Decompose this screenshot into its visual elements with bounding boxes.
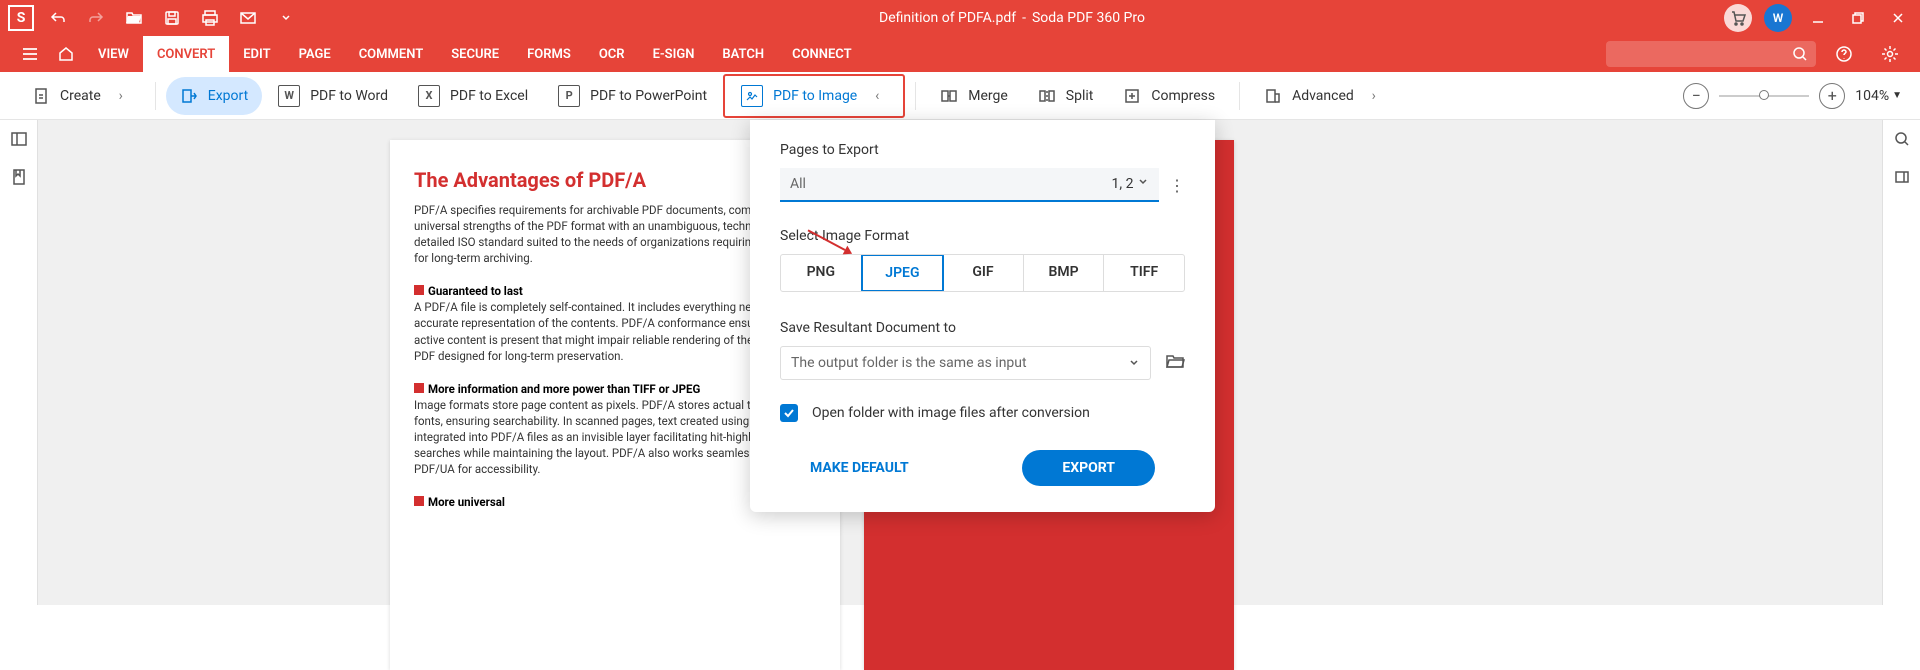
menu-tab-forms[interactable]: FORMS — [513, 36, 585, 72]
home-icon[interactable] — [48, 36, 84, 72]
zoom-value[interactable]: 104% ▼ — [1855, 88, 1902, 104]
pages-dropdown[interactable]: All 1, 2 — [780, 168, 1159, 202]
pdf-to-excel-button[interactable]: X PDF to Excel — [404, 77, 542, 115]
menu-tab-e-sign[interactable]: E-SIGN — [639, 36, 709, 72]
thumbs-panel-icon[interactable] — [1883, 158, 1920, 196]
menu-tab-page[interactable]: PAGE — [285, 36, 345, 72]
cart-icon[interactable] — [1724, 4, 1752, 32]
undo-icon[interactable] — [44, 4, 72, 32]
search-input[interactable] — [1606, 41, 1816, 67]
redo-icon[interactable] — [82, 4, 110, 32]
menu-tab-ocr[interactable]: OCR — [585, 36, 639, 72]
image-icon — [741, 85, 763, 107]
excel-icon: X — [418, 85, 440, 107]
menu-tab-comment[interactable]: COMMENT — [345, 36, 438, 72]
merge-icon — [940, 87, 958, 105]
search-panel-icon[interactable] — [1883, 120, 1920, 158]
hamburger-icon[interactable] — [12, 36, 48, 72]
document-icon — [32, 87, 50, 105]
create-button[interactable]: Create › — [18, 77, 145, 115]
pdf-to-image-button[interactable]: PDF to Image ‹ — [727, 77, 901, 115]
word-icon: W — [278, 85, 300, 107]
open-folder-checkbox[interactable] — [780, 404, 798, 422]
export-button[interactable]: EXPORT — [1022, 450, 1155, 486]
app-icon[interactable]: S — [8, 5, 34, 31]
split-button[interactable]: Split — [1024, 77, 1108, 115]
compress-button[interactable]: Compress — [1109, 77, 1229, 115]
help-icon[interactable] — [1826, 36, 1862, 72]
menu-tab-connect[interactable]: CONNECT — [778, 36, 866, 72]
chevron-right-icon: › — [111, 88, 131, 104]
format-tiff[interactable]: TIFF — [1104, 255, 1184, 291]
window-title: Definition of PDFA.pdf - Soda PDF 360 Pr… — [300, 10, 1724, 26]
bookmarks-icon[interactable] — [0, 158, 38, 196]
chevron-right-icon: › — [1364, 88, 1384, 104]
menu-tab-secure[interactable]: SECURE — [437, 36, 513, 72]
zoom-in-button[interactable]: + — [1819, 83, 1845, 109]
email-icon[interactable] — [234, 4, 262, 32]
format-bmp[interactable]: BMP — [1024, 255, 1105, 291]
export-icon — [180, 87, 198, 105]
format-jpeg[interactable]: JPEG — [861, 254, 945, 292]
user-avatar[interactable]: W — [1764, 4, 1792, 32]
powerpoint-icon: P — [558, 85, 580, 107]
split-icon — [1038, 87, 1056, 105]
print-icon[interactable] — [196, 4, 224, 32]
menu-tab-convert[interactable]: CONVERT — [143, 36, 229, 72]
menu-tab-edit[interactable]: EDIT — [229, 36, 284, 72]
menu-tab-view[interactable]: VIEW — [84, 36, 143, 72]
open-folder-label: Open folder with image files after conve… — [812, 405, 1090, 421]
export-button[interactable]: Export — [166, 77, 262, 115]
chevron-left-icon: ‹ — [867, 88, 887, 104]
settings-icon[interactable] — [1872, 36, 1908, 72]
chevron-down-icon — [1137, 176, 1149, 188]
save-icon[interactable] — [158, 4, 186, 32]
zoom-slider[interactable] — [1719, 95, 1809, 97]
maximize-button[interactable] — [1844, 4, 1872, 32]
pdf-to-image-highlight: PDF to Image ‹ — [723, 74, 905, 118]
pages-menu-icon[interactable]: ⋮ — [1169, 176, 1185, 195]
more-icon[interactable] — [272, 4, 300, 32]
advanced-button[interactable]: Advanced › — [1250, 77, 1398, 115]
pdf-to-image-popup: Pages to Export All 1, 2 ⋮ Select Image … — [750, 120, 1215, 512]
pdf-to-word-button[interactable]: W PDF to Word — [264, 77, 402, 115]
advanced-icon — [1264, 87, 1282, 105]
zoom-out-button[interactable]: − — [1683, 83, 1709, 109]
save-label: Save Resultant Document to — [780, 320, 1185, 336]
minimize-button[interactable] — [1804, 4, 1832, 32]
format-png[interactable]: PNG — [781, 255, 862, 291]
output-folder-dropdown[interactable]: The output folder is the same as input — [780, 346, 1151, 380]
open-icon[interactable] — [120, 4, 148, 32]
pages-export-label: Pages to Export — [780, 142, 1185, 158]
chevron-down-icon — [1128, 357, 1140, 369]
merge-button[interactable]: Merge — [926, 77, 1022, 115]
panel-icon[interactable] — [0, 120, 38, 158]
menu-tab-batch[interactable]: BATCH — [708, 36, 778, 72]
make-default-button[interactable]: MAKE DEFAULT — [810, 460, 909, 476]
browse-folder-icon[interactable] — [1165, 351, 1185, 375]
format-selector: PNGJPEGGIFBMPTIFF — [780, 254, 1185, 292]
close-button[interactable] — [1884, 4, 1912, 32]
format-gif[interactable]: GIF — [943, 255, 1024, 291]
pdf-to-powerpoint-button[interactable]: P PDF to PowerPoint — [544, 77, 721, 115]
compress-icon — [1123, 87, 1141, 105]
